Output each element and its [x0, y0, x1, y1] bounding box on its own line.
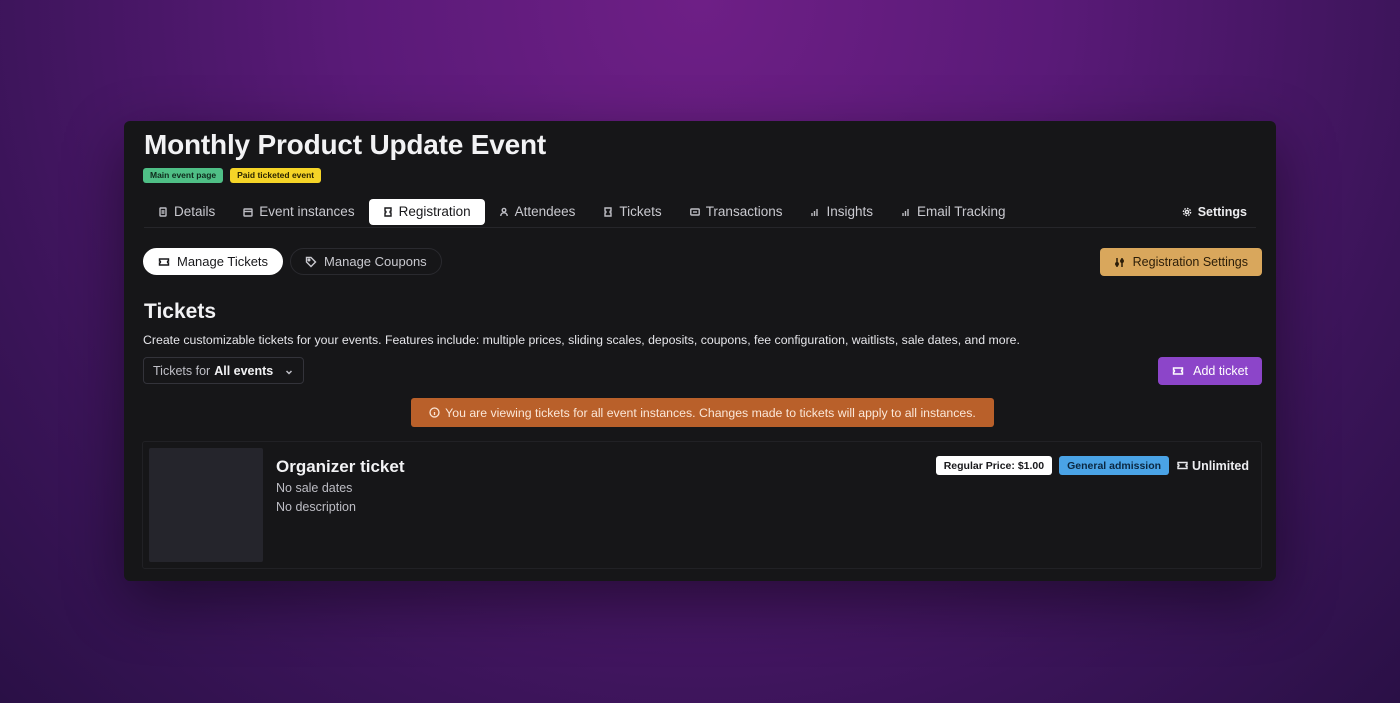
ticket-meta: Regular Price: $1.00 General admission U… — [935, 456, 1249, 475]
manage-tickets-tab[interactable]: Manage Tickets — [143, 248, 284, 275]
tab-label: Transactions — [705, 204, 783, 219]
tab-event-instances[interactable]: Event instances — [229, 199, 368, 225]
tab-transactions[interactable]: Transactions — [676, 199, 797, 225]
ticket-image-placeholder — [149, 448, 263, 562]
tab-attendees[interactable]: Attendees — [485, 199, 590, 225]
chevron-down-icon — [284, 366, 294, 376]
price-badge: Regular Price: $1.00 — [935, 456, 1053, 475]
tickets-heading: Tickets — [144, 300, 216, 323]
info-icon — [429, 407, 440, 418]
ticket-name: Organizer ticket — [276, 457, 405, 476]
document-icon — [158, 206, 168, 217]
add-ticket-label: Add ticket — [1193, 364, 1248, 378]
tickets-for-select[interactable]: Tickets for All events — [143, 357, 304, 384]
tickets-description: Create customizable tickets for your eve… — [143, 333, 1020, 347]
bar-chart-icon — [810, 207, 820, 217]
registration-settings-button[interactable]: Registration Settings — [1099, 248, 1262, 276]
ticket-type-badge: General admission — [1059, 456, 1170, 475]
tab-email-tracking[interactable]: Email Tracking — [887, 199, 1020, 225]
ticket-quantity: Unlimited — [1177, 459, 1249, 473]
main-event-badge: Main event page — [143, 168, 224, 183]
tab-label: Email Tracking — [917, 204, 1006, 219]
notice-text: You are viewing tickets for all event in… — [445, 405, 976, 420]
ticket-sale-dates: No sale dates — [276, 481, 353, 495]
manage-coupons-label: Manage Coupons — [324, 254, 427, 269]
instances-notice: You are viewing tickets for all event in… — [411, 398, 994, 427]
filter-prefix: Tickets for — [153, 363, 211, 378]
page-title: Monthly Product Update Event — [144, 129, 546, 160]
tab-details[interactable]: Details — [144, 199, 229, 225]
registration-settings-label: Registration Settings — [1132, 255, 1248, 269]
tab-label: Attendees — [514, 204, 576, 219]
tab-registration[interactable]: Registration — [368, 198, 485, 225]
ticket-icon — [1172, 367, 1184, 375]
calendar-icon — [243, 207, 253, 217]
registration-subtabs: Manage Tickets Manage Coupons — [143, 248, 442, 275]
event-badges: Main event page Paid ticketed event — [143, 168, 322, 183]
sliders-icon — [1114, 257, 1124, 267]
ticket-icon — [603, 206, 613, 217]
tab-label: Registration — [398, 204, 471, 219]
quantity-label: Unlimited — [1192, 458, 1249, 473]
filter-value: All events — [214, 363, 274, 378]
card-icon — [689, 207, 700, 217]
ticket-description: No description — [276, 500, 356, 514]
tag-icon — [305, 256, 317, 267]
tab-tickets[interactable]: Tickets — [589, 199, 675, 225]
person-icon — [499, 207, 509, 217]
settings-label: Settings — [1197, 204, 1247, 219]
event-tabs: Details Event instances Registration Att… — [144, 196, 1256, 228]
ticket-icon — [158, 257, 170, 266]
tab-label: Tickets — [619, 204, 662, 219]
gear-icon — [1182, 207, 1192, 217]
add-ticket-button[interactable]: Add ticket — [1158, 357, 1262, 385]
ticket-icon — [1177, 461, 1188, 470]
ticket-card[interactable]: Organizer ticket No sale dates No descri… — [142, 441, 1262, 569]
settings-button[interactable]: Settings — [1176, 199, 1253, 225]
manage-tickets-label: Manage Tickets — [177, 254, 269, 269]
tab-label: Event instances — [259, 204, 355, 219]
paid-ticketed-badge: Paid ticketed event — [230, 168, 322, 183]
bar-chart-icon — [901, 207, 911, 217]
tab-label: Insights — [826, 204, 873, 219]
tab-insights[interactable]: Insights — [796, 199, 887, 225]
tab-label: Details — [174, 204, 216, 219]
ticket-icon — [383, 206, 393, 217]
event-panel: Monthly Product Update Event Main event … — [124, 121, 1276, 581]
manage-coupons-tab[interactable]: Manage Coupons — [290, 248, 442, 275]
